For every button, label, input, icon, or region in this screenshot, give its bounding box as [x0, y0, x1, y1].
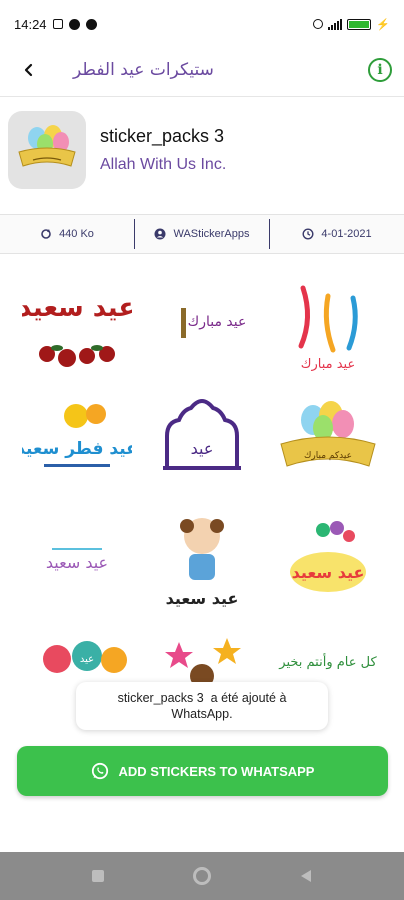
sticker-text: كل عام وأنتم بخير — [278, 653, 377, 670]
recents-button[interactable] — [86, 864, 110, 888]
sticker-6[interactable]: عيدكم مبارك — [273, 386, 383, 496]
pack-name: sticker_packs 3 — [100, 126, 225, 146]
pack-publisher[interactable]: Allah With Us Inc. — [100, 156, 226, 174]
sticker-text: عيدكم مبارك — [304, 451, 352, 461]
sticker-7[interactable]: عيد سعيد — [22, 506, 132, 616]
charging-icon: ⚡ — [376, 18, 390, 31]
sticker-5[interactable]: عيد — [147, 386, 257, 496]
sticker-text: عيد سعيد — [22, 293, 132, 323]
sticker-4[interactable]: عيد فطر سعيد — [22, 386, 132, 496]
info-button[interactable]: i — [368, 58, 392, 82]
sticker-10[interactable]: عيد — [22, 624, 132, 686]
sticker-text: عيد سعيد — [166, 589, 239, 608]
pack-info-row: 440 Ko WAStickerApps 4-01-2021 — [0, 214, 404, 254]
alarm-icon — [313, 19, 324, 29]
back-button[interactable] — [9, 50, 49, 90]
whatsapp-icon — [91, 762, 108, 780]
page-title: ستيكرات عيد الفطر — [73, 60, 214, 80]
clock-icon — [302, 228, 314, 240]
sticker-8[interactable]: عيد سعيد — [147, 506, 257, 616]
tray-icon — [8, 111, 86, 189]
signal-icon — [328, 18, 343, 30]
back-nav-button[interactable] — [294, 864, 318, 888]
mute-icon — [52, 19, 63, 29]
chevron-left-icon — [24, 63, 33, 77]
sticker-12[interactable]: كل عام وأنتم بخير — [273, 624, 383, 686]
sticker-text: عيد — [80, 654, 94, 665]
sticker-text: عيد مبارك — [188, 314, 247, 330]
refresh-icon — [41, 229, 51, 239]
square-icon — [92, 870, 104, 882]
pack-size: 440 Ko — [0, 215, 134, 253]
info-icon: i — [377, 62, 383, 78]
divider — [0, 96, 404, 97]
home-button[interactable] — [190, 864, 214, 888]
sticker-text: عيد — [191, 439, 214, 458]
battery-icon — [347, 18, 372, 30]
triangle-back-icon — [301, 870, 311, 882]
toast-message: sticker_packs 3 a été ajouté à WhatsApp. — [76, 682, 328, 730]
pack-website[interactable]: WAStickerApps — [135, 215, 269, 253]
status-time: 14:24 — [14, 16, 47, 32]
pack-header: sticker_packs 3 Allah With Us Inc. — [0, 100, 404, 200]
circle-icon — [193, 867, 211, 885]
sticker-text: عيد فطر سعيد — [22, 439, 132, 459]
system-nav-bar — [0, 852, 404, 900]
notification-icon — [68, 18, 80, 30]
sticker-2[interactable]: عيد مبارك — [147, 268, 257, 378]
sticker-text: عيد مبارك — [301, 357, 355, 372]
add-stickers-button[interactable]: ADD STICKERS TO WHATSAPP — [17, 746, 388, 796]
user-icon — [154, 228, 166, 240]
status-bar: 14:24 ⚡ — [0, 0, 404, 48]
sticker-3[interactable]: عيد مبارك — [273, 268, 383, 378]
sticker-11[interactable] — [147, 624, 257, 686]
sticker-text: عيد سعيد — [292, 563, 365, 582]
sticker-9[interactable]: عيد سعيد — [273, 506, 383, 616]
app-notification-icon — [85, 18, 97, 30]
app-bar: ستيكرات عيد الفطر i — [0, 48, 404, 92]
sticker-text: عيد سعيد — [46, 553, 108, 572]
add-stickers-label: ADD STICKERS TO WHATSAPP — [118, 763, 315, 779]
sticker-1[interactable]: عيد سعيد — [22, 268, 132, 378]
pack-date: 4-01-2021 — [270, 215, 404, 253]
sticker-grid: عيد سعيد عيد مبارك عيد مبارك عيد فطر سعي… — [0, 256, 404, 686]
